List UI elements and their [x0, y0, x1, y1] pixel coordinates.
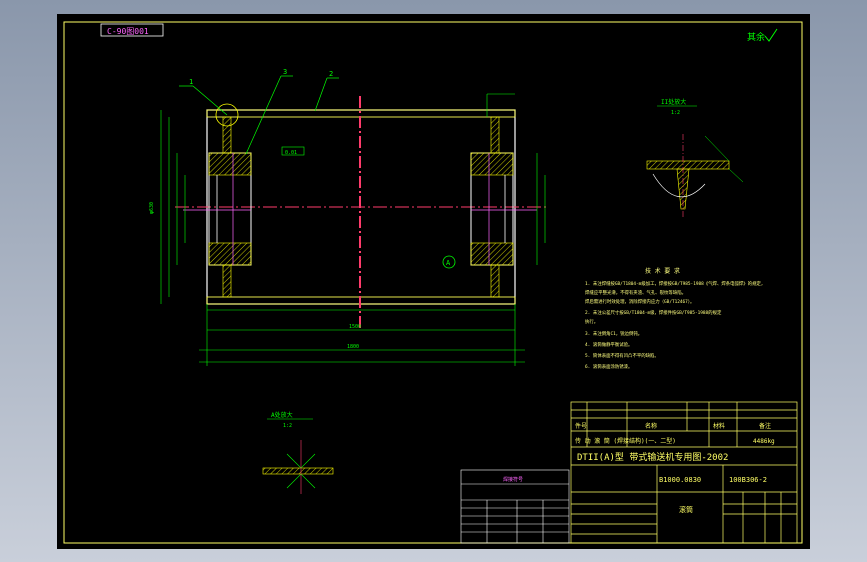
- section-view-1-scale: 1:2: [671, 110, 680, 116]
- part-name: 滚筒: [679, 505, 693, 514]
- title-box-text: C-90图001: [107, 27, 149, 36]
- detail-a-label: A: [446, 259, 451, 267]
- balloon-1: 1: [189, 78, 193, 86]
- note-line-4: 2. 未注公差尺寸按GB/T1804-m级，焊接件按GB/T985-1988的规…: [585, 309, 722, 316]
- section-view-2: A处放大 1:2: [262, 411, 334, 494]
- notes-title: 技 术 要 求: [645, 267, 680, 275]
- header-item-no: 件号: [575, 422, 587, 430]
- project-title: DTII(A)型 带式输送机专用图-2002: [577, 451, 728, 463]
- note-line-5: 执行。: [585, 318, 598, 325]
- note-line-3: 焊后需进行时效处理，消除焊接内应力（GB/T12467）。: [585, 298, 694, 305]
- header-material: 材料: [713, 422, 725, 430]
- check-mark-icon: [764, 28, 778, 42]
- main-view: A 1 3 2 0.01 1800 1500 φ630: [149, 68, 547, 366]
- balloon-3: 3: [283, 68, 287, 76]
- section-view-2-scale: 1:2: [283, 423, 292, 429]
- note-line-8: 5. 筒体表面不得有凹凸不平的缺陷。: [585, 352, 659, 359]
- drawing-canvas: C-90图001 其余 A 1 3 2 0.01 1800 1500 φ630 …: [57, 14, 810, 549]
- technical-notes: 技 术 要 求 1. 未注焊缝按GB/T1804-m级加工，焊接按GB/T985…: [585, 267, 765, 370]
- note-line-9: 6. 滚筒表面涂防锈漆。: [585, 363, 632, 370]
- balloon-2: 2: [329, 70, 333, 78]
- material-row: 传 动 滚 筒 (焊接结构)(一、二型): [575, 437, 676, 445]
- tolerance-text: 0.01: [285, 150, 297, 156]
- dim-diameter: φ630: [149, 202, 155, 214]
- dim-total-length: 1800: [347, 344, 359, 350]
- drawing-number-1: B1000.0830: [659, 476, 701, 484]
- section-view-1: II处放大 1:2: [646, 98, 744, 219]
- drawing-number-2: 100B306-2: [729, 476, 767, 484]
- note-line-6: 3. 未注倒角C1，锐边倒钝。: [585, 330, 642, 337]
- note-line-7: 4. 滚筒做静平衡试验。: [585, 341, 632, 348]
- cad-drawing: C-90图001 其余 A 1 3 2 0.01 1800 1500 φ630 …: [63, 21, 803, 544]
- header-name: 名称: [645, 422, 657, 430]
- weight-value: 4486kg: [753, 438, 775, 445]
- check-mark-text: 其余: [747, 31, 765, 43]
- header-remark: 备注: [759, 422, 771, 430]
- section-view-1-title: II处放大: [661, 98, 686, 106]
- section-view-2-title: A处放大: [271, 411, 293, 419]
- dim-inner-length: 1500: [349, 324, 361, 330]
- note-line-1: 1. 未注焊缝按GB/T1804-m级加工，焊接按GB/T985-1988《气焊…: [585, 280, 765, 287]
- weld-table-title: 焊接符号: [503, 476, 523, 483]
- note-line-2: 焊缝应平整光滑，不得有夹渣、气孔、裂纹等缺陷。: [585, 289, 686, 296]
